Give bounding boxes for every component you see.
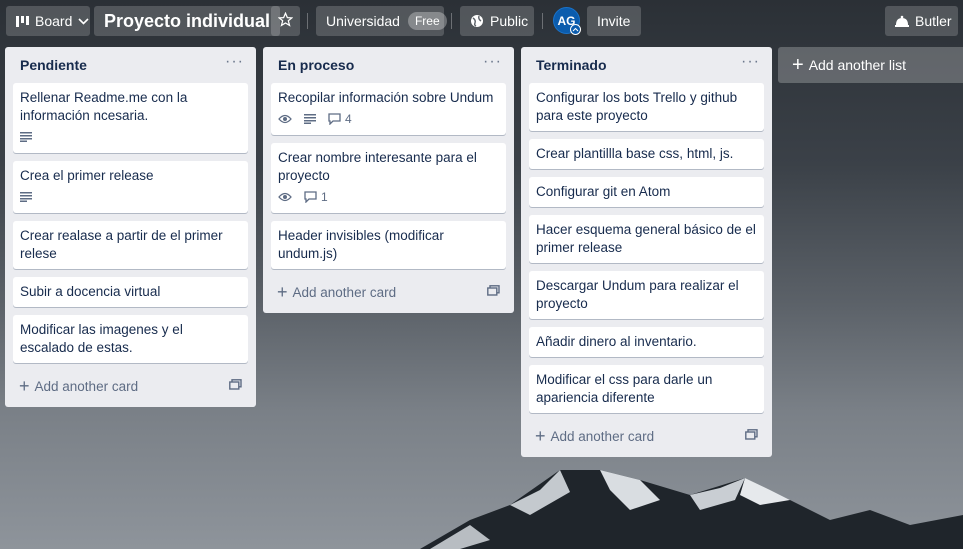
- plus-icon: +: [19, 376, 30, 396]
- card-title: Recopilar información sobre Undum: [278, 90, 494, 105]
- card-badges: 4: [278, 109, 498, 129]
- card[interactable]: Crear realase a partir de el primer rele…: [13, 221, 248, 269]
- visibility-label: Public: [490, 13, 529, 29]
- admin-chevron-icon: [570, 24, 581, 35]
- card-title: Modificar las imagenes y el escalado de …: [20, 322, 183, 355]
- header-divider: [307, 13, 308, 29]
- card-title: Crear plantillla base css, html, js.: [536, 146, 734, 161]
- comment-badge: 1: [304, 190, 328, 204]
- card-title: Crea el primer release: [20, 168, 154, 183]
- list-menu-button[interactable]: ···: [225, 54, 244, 73]
- add-card-button[interactable]: + Add another card: [271, 277, 506, 307]
- card-title: Header invisibles (modificar undum.js): [278, 228, 444, 261]
- card-badges: [20, 187, 240, 207]
- card-title: Crear nombre interesante para el proyect…: [278, 150, 477, 183]
- member-avatar[interactable]: AG: [553, 7, 581, 35]
- globe-icon: [470, 14, 484, 28]
- card-title: Rellenar Readme.me con la información nc…: [20, 90, 188, 123]
- card-template-icon[interactable]: [229, 378, 242, 394]
- add-card-button[interactable]: + Add another card: [529, 421, 764, 451]
- plus-icon: +: [277, 282, 288, 302]
- workspace-button[interactable]: Universidad Free: [316, 6, 447, 36]
- add-card-label: Add another card: [292, 284, 397, 300]
- card[interactable]: Configurar git en Atom: [529, 177, 764, 207]
- card[interactable]: Configurar los bots Trello y github para…: [529, 83, 764, 131]
- card[interactable]: Modificar las imagenes y el escalado de …: [13, 315, 248, 363]
- add-list-button[interactable]: + Add another list: [778, 47, 963, 83]
- board-switcher-label: Board: [35, 13, 73, 29]
- header-divider: [451, 13, 452, 29]
- eye-icon: [278, 192, 292, 202]
- list-terminado: Terminado ··· Configurar los bots Trello…: [521, 47, 772, 457]
- description-icon: [20, 132, 32, 142]
- card[interactable]: Crear nombre interesante para el proyect…: [271, 143, 506, 213]
- card[interactable]: Header invisibles (modificar undum.js): [271, 221, 506, 269]
- star-button[interactable]: [271, 6, 300, 36]
- card-title: Crear realase a partir de el primer rele…: [20, 228, 223, 261]
- comment-count: 1: [321, 190, 328, 204]
- card-badges: [20, 127, 240, 147]
- butler-button[interactable]: Butler: [885, 6, 958, 36]
- star-icon: [277, 11, 294, 30]
- list-menu-button[interactable]: ···: [483, 54, 502, 73]
- card[interactable]: Añadir dinero al inventario.: [529, 327, 764, 357]
- chevron-down-icon: [78, 17, 89, 25]
- plus-icon: +: [535, 426, 546, 446]
- list-header: Terminado ···: [529, 47, 764, 83]
- comment-icon: [304, 191, 317, 203]
- card-template-icon[interactable]: [487, 284, 500, 300]
- add-card-label: Add another card: [550, 428, 655, 444]
- plus-icon: +: [792, 54, 804, 76]
- board-icon: [16, 15, 29, 27]
- add-card-button[interactable]: + Add another card: [13, 371, 248, 401]
- card[interactable]: Subir a docencia virtual: [13, 277, 248, 307]
- list-title[interactable]: Terminado: [536, 57, 607, 73]
- card-badges: 1: [278, 187, 498, 207]
- card[interactable]: Rellenar Readme.me con la información nc…: [13, 83, 248, 153]
- list-title[interactable]: Pendiente: [20, 57, 87, 73]
- butler-icon: [895, 15, 909, 27]
- card-template-icon[interactable]: [745, 428, 758, 444]
- card-title: Modificar el css para darle un aparienci…: [536, 372, 713, 405]
- card[interactable]: Descargar Undum para realizar el proyect…: [529, 271, 764, 319]
- eye-icon: [278, 114, 292, 124]
- list-menu-button[interactable]: ···: [741, 54, 760, 73]
- board-header: Board Proyecto individual Universidad Fr…: [0, 0, 963, 42]
- invite-button[interactable]: Invite: [587, 6, 641, 36]
- add-card-label: Add another card: [34, 378, 139, 394]
- card[interactable]: Recopilar información sobre Undum 4: [271, 83, 506, 135]
- comment-count: 4: [345, 112, 352, 126]
- add-list-label: Add another list: [808, 57, 906, 73]
- card-title: Configurar los bots Trello y github para…: [536, 90, 738, 123]
- workspace-label: Universidad: [326, 13, 400, 29]
- card[interactable]: Crea el primer release: [13, 161, 248, 213]
- list-header: Pendiente ···: [13, 47, 248, 83]
- visibility-button[interactable]: Public: [460, 6, 534, 36]
- list-header: En proceso ···: [271, 47, 506, 83]
- card-title: Añadir dinero al inventario.: [536, 334, 697, 349]
- comment-icon: [328, 113, 341, 125]
- card-title: Descargar Undum para realizar el proyect…: [536, 278, 739, 311]
- card[interactable]: Hacer esquema general básico de el prime…: [529, 215, 764, 263]
- list-pendiente: Pendiente ··· Rellenar Readme.me con la …: [5, 47, 256, 407]
- workspace-plan-badge: Free: [407, 12, 447, 30]
- board-title[interactable]: Proyecto individual: [94, 6, 281, 36]
- description-icon: [20, 192, 32, 202]
- comment-badge: 4: [328, 112, 352, 126]
- list-en-proceso: En proceso ··· Recopilar información sob…: [263, 47, 514, 313]
- card-title: Subir a docencia virtual: [20, 284, 161, 299]
- board-switcher-button[interactable]: Board: [6, 6, 90, 36]
- card-title: Hacer esquema general básico de el prime…: [536, 222, 756, 255]
- card-title: Configurar git en Atom: [536, 184, 671, 199]
- list-title[interactable]: En proceso: [278, 57, 354, 73]
- card[interactable]: Modificar el css para darle un aparienci…: [529, 365, 764, 413]
- description-icon: [304, 114, 316, 124]
- card[interactable]: Crear plantillla base css, html, js.: [529, 139, 764, 169]
- header-divider: [542, 13, 543, 29]
- butler-label: Butler: [915, 13, 952, 29]
